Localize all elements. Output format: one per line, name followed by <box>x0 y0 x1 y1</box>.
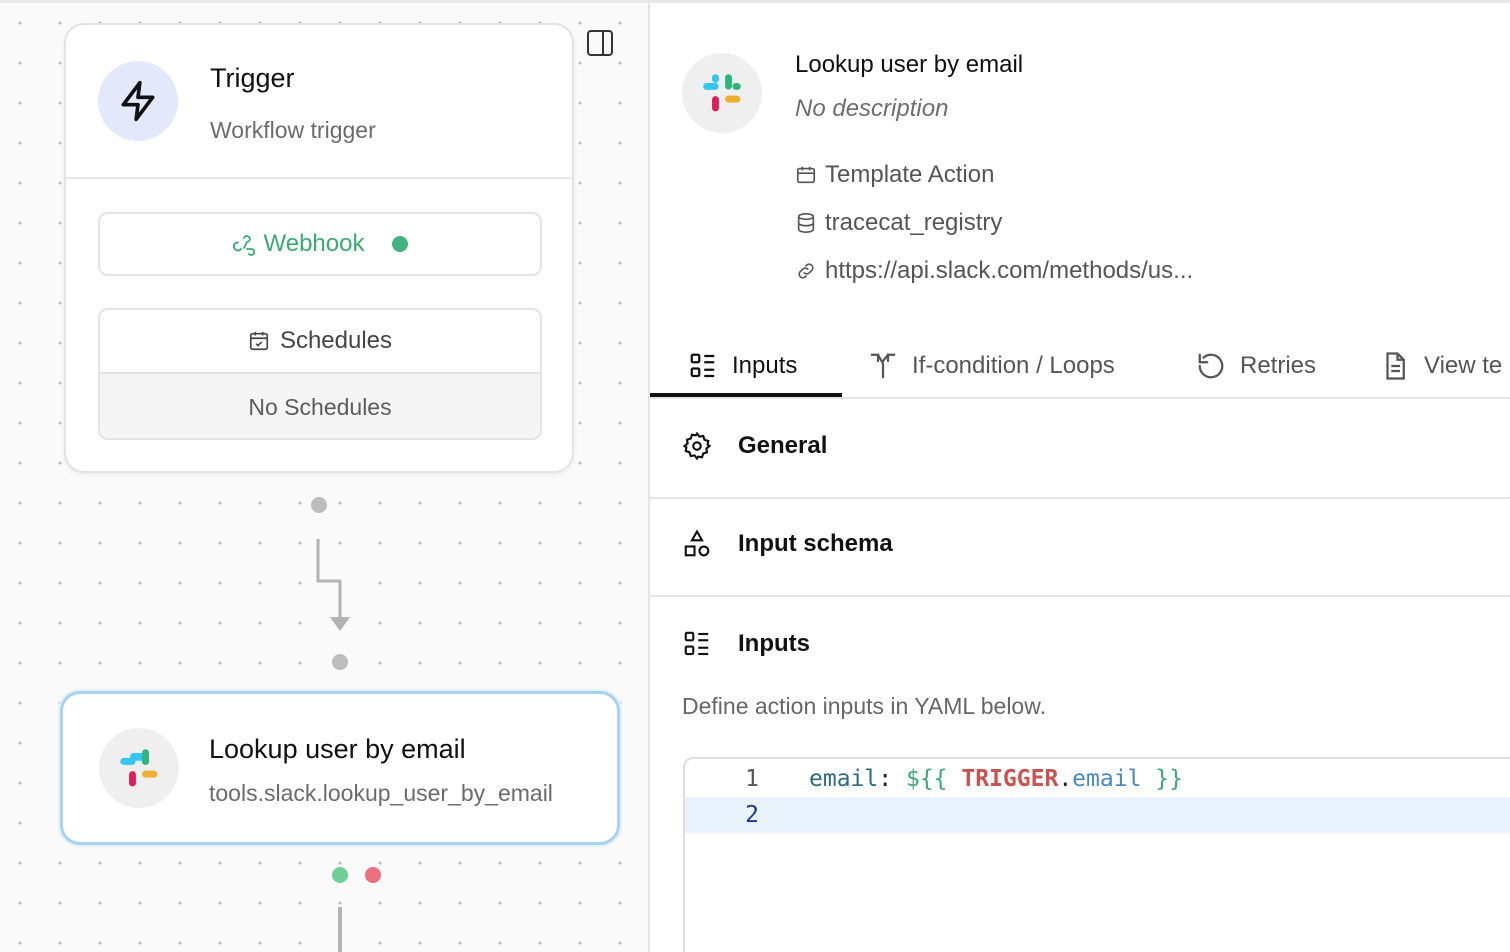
trigger-avatar <box>98 61 178 141</box>
meta-type: Template Action <box>795 161 994 189</box>
schedules-box[interactable]: Schedules No Schedules <box>98 308 542 440</box>
panel-title: Lookup user by email <box>795 51 1024 78</box>
trigger-node[interactable]: Trigger Workflow trigger Webhook Schedul… <box>64 23 574 473</box>
section-input-schema-label: Input schema <box>738 530 893 557</box>
schedules-label: Schedules <box>279 327 393 354</box>
action-node-lookup-user[interactable]: Lookup user by email tools.slack.lookup_… <box>60 691 620 845</box>
code-line-2[interactable]: 2 <box>685 797 1510 833</box>
tab-inputs[interactable]: Inputs <box>688 333 797 399</box>
error-handle[interactable] <box>365 867 381 883</box>
tab-retries-label: Retries <box>1240 352 1317 379</box>
tab-retries[interactable]: Retries <box>1196 333 1316 399</box>
slack-icon <box>120 749 158 787</box>
webhook-icon <box>232 235 255 256</box>
yaml-editor[interactable]: 1 email: ${{ TRIGGER.email }} 2 <box>683 757 1510 952</box>
meta-type-label: Template Action <box>825 161 995 188</box>
trigger-source-handle[interactable] <box>311 497 327 513</box>
split-icon <box>870 353 896 379</box>
trigger-node-header: Trigger Workflow trigger <box>66 25 572 179</box>
schedules-empty-text: No Schedules <box>100 374 540 438</box>
code-content: email: ${{ TRIGGER.email }} <box>809 766 1183 792</box>
line-number: 2 <box>745 802 759 828</box>
panel-description: No description <box>795 95 949 122</box>
action-target-handle[interactable] <box>332 654 348 670</box>
panel-tabs: Inputs If-condition / Loops Retries View… <box>650 333 1510 399</box>
webhook-label: Webhook <box>263 230 365 257</box>
schedules-header[interactable]: Schedules <box>100 310 540 374</box>
meta-registry: tracecat_registry <box>795 209 1002 237</box>
tab-if-condition-label: If-condition / Loops <box>912 352 1115 379</box>
tab-view-template-label: View te <box>1424 352 1503 379</box>
code-line-1[interactable]: 1 email: ${{ TRIGGER.email }} <box>685 761 1510 797</box>
action-avatar <box>99 728 179 808</box>
meta-url-link[interactable]: https://api.slack.com/methods/us... <box>825 257 1193 285</box>
panel-action-avatar <box>682 53 762 133</box>
trigger-title: Trigger <box>210 63 295 93</box>
file-icon <box>1386 352 1405 380</box>
shapes-icon <box>684 529 710 557</box>
toggle-panel-icon[interactable] <box>586 29 614 57</box>
inputs-help-text: Define action inputs in YAML below. <box>682 693 1046 719</box>
workflow-edge[interactable] <box>310 533 360 643</box>
success-handle[interactable] <box>332 867 348 883</box>
meta-url[interactable]: https://api.slack.com/methods/us... <box>795 257 1193 285</box>
tab-inputs-label: Inputs <box>732 352 798 379</box>
action-title: Lookup user by email <box>209 734 466 764</box>
active-tab-indicator <box>650 393 842 397</box>
section-inputs-label: Inputs <box>738 630 810 657</box>
webhook-button[interactable]: Webhook <box>98 212 542 276</box>
tab-if-condition-loops[interactable]: If-condition / Loops <box>868 333 1115 399</box>
slack-icon <box>703 74 741 112</box>
meta-registry-label: tracecat_registry <box>825 209 1003 236</box>
calendar-check-icon <box>249 331 269 351</box>
trigger-subtitle: Workflow trigger <box>210 117 376 143</box>
section-inputs[interactable]: Inputs <box>650 597 1510 687</box>
section-general-label: General <box>738 432 828 459</box>
section-input-schema[interactable]: Input schema <box>650 499 1510 597</box>
list-icon <box>690 353 715 378</box>
calendar-icon <box>796 166 816 184</box>
action-panel: Lookup user by email No description Temp… <box>648 0 1510 952</box>
tab-view-template[interactable]: View te <box>1380 333 1502 399</box>
action-subtitle: tools.slack.lookup_user_by_email <box>209 780 553 806</box>
section-general[interactable]: General <box>650 401 1510 499</box>
database-icon <box>797 213 815 233</box>
line-number: 1 <box>745 766 759 792</box>
list-icon <box>684 631 709 656</box>
gear-icon <box>682 431 712 461</box>
webhook-status-dot <box>392 236 409 252</box>
rotate-icon <box>1198 353 1224 379</box>
link-icon <box>798 263 814 279</box>
outgoing-edge[interactable] <box>338 907 342 952</box>
workflow-canvas[interactable]: Trigger Workflow trigger Webhook Schedul… <box>0 0 648 952</box>
lightning-icon <box>121 80 155 122</box>
